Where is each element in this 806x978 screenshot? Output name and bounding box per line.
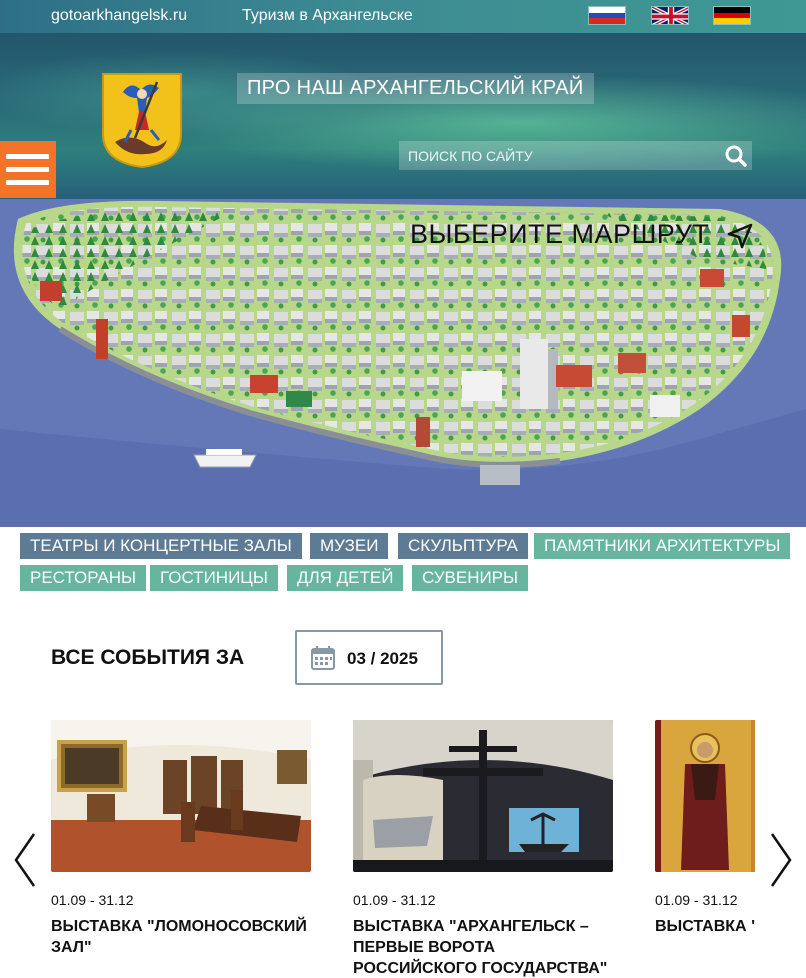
category-hotels[interactable]: ГОСТИНИЦЫ [150,565,278,591]
event-image-icon-art [655,720,755,872]
category-museums[interactable]: МУЗЕИ [310,533,389,559]
site-tagline: Туризм в Архангельске [242,7,413,24]
en-flag-icon[interactable] [651,6,689,25]
navigation-arrow-icon [728,223,753,249]
event-date: 01.09 - 31.12 [51,892,134,908]
event-date: 01.09 - 31.12 [655,892,738,908]
category-for-kids[interactable]: ДЛЯ ДЕТЕЙ [287,565,404,591]
hamburger-menu-button[interactable] [0,141,56,198]
city-coat-of-arms-logo[interactable] [101,72,183,169]
de-flag-icon[interactable] [713,6,751,25]
choose-route-link[interactable]: ВЫБЕРИТЕ МАРШРУТ [410,219,753,250]
events-carousel: 01.09 - 31.12 Выставка "Ломоносовский за… [0,720,806,978]
event-title: Выставка " искусство [655,918,755,935]
event-title: Выставка "Ломоносовский зал" [51,918,307,956]
category-sculpture[interactable]: СКУЛЬПТУРА [398,533,528,559]
hamburger-icon [6,180,49,185]
event-card[interactable]: 01.09 - 31.12 Выставка " искусство [655,720,755,937]
event-date: 01.09 - 31.12 [353,892,436,908]
event-image-lomonosov-hall [51,720,311,872]
selected-period: 03 / 2025 [347,649,418,668]
calendar-icon [311,646,335,670]
search-icon[interactable] [724,144,748,168]
category-restaurants[interactable]: РЕСТОРАНЫ [20,565,147,591]
site-title: ПРО НАШ АРХАНГЕЛЬСКИЙ КРАЙ [237,73,594,104]
site-header: ПРО НАШ АРХАНГЕЛЬСКИЙ КРАЙ [0,33,806,199]
hamburger-icon [6,167,49,172]
category-souvenirs[interactable]: СУВЕНИРЫ [412,565,529,591]
month-picker[interactable]: 03 / 2025 [295,630,443,685]
event-title: Выставка "Архангельск – первые ворота Ро… [353,918,608,977]
ru-flag-icon[interactable] [588,6,626,25]
event-card[interactable]: 01.09 - 31.12 Выставка "Ломоносовский за… [51,720,311,958]
events-heading: ВСЕ СОБЫТИЯ ЗА [51,646,245,669]
category-row-1: ТЕАТРЫ И КОНЦЕРТНЫЕ ЗАЛЫ МУЗЕИ СКУЛЬПТУР… [20,533,806,559]
hamburger-icon [6,154,49,159]
carousel-viewport: 01.09 - 31.12 Выставка "Ломоносовский за… [51,720,755,978]
site-link[interactable]: gotoarkhangelsk.ru [51,7,187,25]
category-row-2: РЕСТОРАНЫ ГОСТИНИЦЫ ДЛЯ ДЕТЕЙ СУВЕНИРЫ [20,565,806,591]
event-card[interactable]: 01.09 - 31.12 Выставка "Архангельск – пе… [353,720,613,978]
route-title-text: ВЫБЕРИТЕ МАРШРУТ [410,219,710,249]
category-architecture[interactable]: ПАМЯТНИКИ АРХИТЕКТУРЫ [534,533,791,559]
city-map-route-banner[interactable]: ВЫБЕРИТЕ МАРШРУТ [0,199,806,527]
site-search [399,141,752,170]
search-input[interactable] [399,141,719,170]
event-image-arkhangelsk-gates [353,720,613,872]
top-bar: gotoarkhangelsk.ru Туризм в Архангельске [0,0,806,33]
carousel-next-arrow-icon[interactable] [768,832,794,888]
category-filters: ТЕАТРЫ И КОНЦЕРТНЫЕ ЗАЛЫ МУЗЕИ СКУЛЬПТУР… [20,533,806,591]
category-theaters[interactable]: ТЕАТРЫ И КОНЦЕРТНЫЕ ЗАЛЫ [20,533,302,559]
carousel-prev-arrow-icon[interactable] [12,832,38,888]
